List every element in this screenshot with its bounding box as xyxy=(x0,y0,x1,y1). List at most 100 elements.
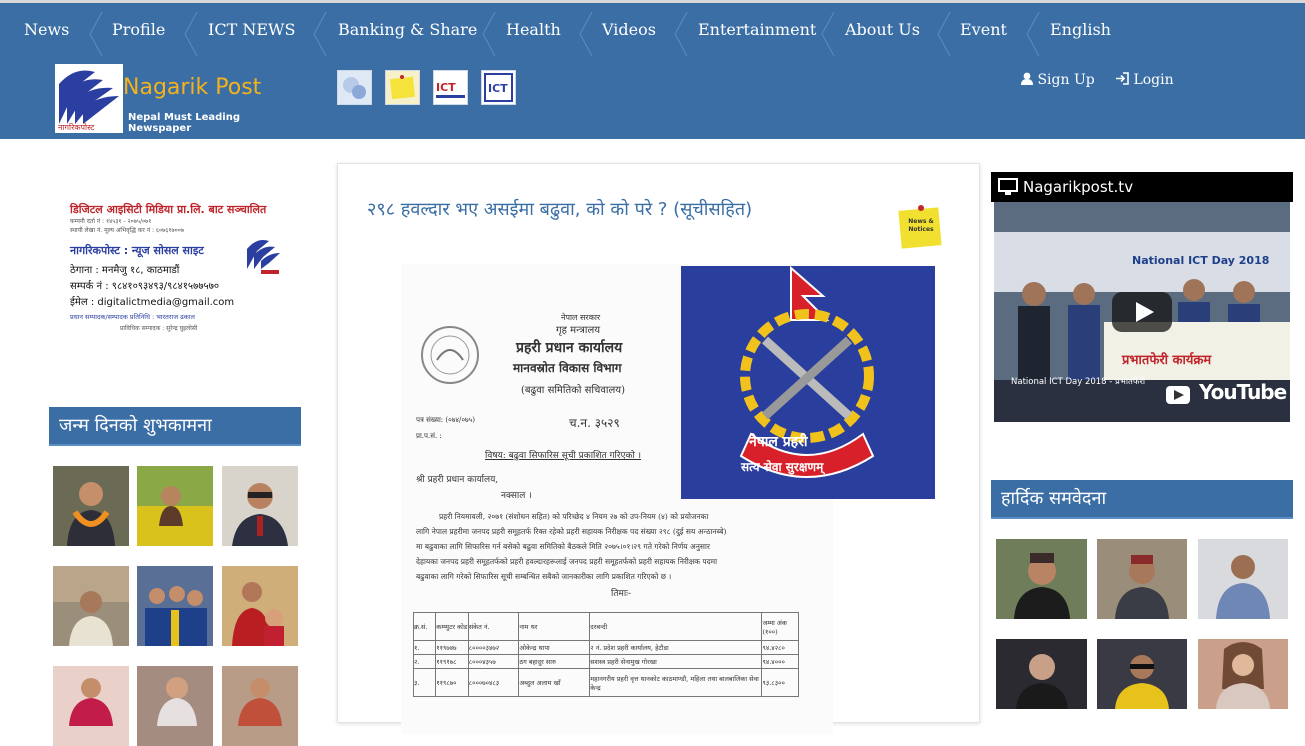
login-icon xyxy=(1116,72,1129,85)
company-info-ad[interactable]: डिजिटल आइसिटी मिडिया प्रा.लि. बाट सञ्चाल… xyxy=(60,195,290,340)
nav-entertainment[interactable]: Entertainment xyxy=(698,20,816,39)
news-notice-icon[interactable] xyxy=(385,70,420,105)
table-header: जम्मा अंक (१००) xyxy=(761,612,799,641)
ad-line-5: ठेगाना : मनमैजु १८, काठमाडौं xyxy=(70,265,180,276)
ad-line-7: ईमेल : digitalictmedia@gmail.com xyxy=(70,297,235,308)
emblem-text-1: नेपाल प्रहरी xyxy=(749,434,808,450)
site-logo[interactable]: नागरिकपोस्ट Nagarik Post Nepal Must Lead… xyxy=(55,64,275,134)
doc-subject: विषय: बढुवा सिफारिस सूची प्रकाशित गरिएको… xyxy=(485,451,642,461)
condolence-photo[interactable] xyxy=(1097,639,1187,709)
ad-line-1: डिजिटल आइसिटी मिडिया प्रा.लि. बाट सञ्चाल… xyxy=(70,203,267,216)
table-row: २. ११९१७८ ८०००४३५७ ठग बहादुर सारु सशस्त्… xyxy=(412,654,799,669)
logo-emblem-icon xyxy=(247,240,280,274)
condolence-photo[interactable] xyxy=(1198,539,1288,619)
nav-banking-share[interactable]: Banking & Share xyxy=(338,20,477,39)
table-header-row: क्र.सं. कम्प्युटर कोड संकेत नं. नाम थर द… xyxy=(412,612,799,641)
table-cell: ९३.८३०० xyxy=(761,668,799,697)
birthday-photo[interactable] xyxy=(222,566,298,646)
nav-separator xyxy=(184,12,198,56)
nav-event[interactable]: Event xyxy=(960,20,1007,39)
nav-separator xyxy=(674,12,688,56)
birthday-panel-title: जन्म दिनको शुभकामना xyxy=(49,407,301,446)
nav-separator xyxy=(313,12,327,56)
nav-separator xyxy=(89,12,103,56)
nav-videos[interactable]: Videos xyxy=(602,20,656,39)
table-header: नाम थर xyxy=(518,612,591,641)
condolence-photo[interactable] xyxy=(996,539,1087,619)
doc-body4: देहायका जनपद प्रहरी समूहतर्फको प्रहरी हव… xyxy=(416,557,718,566)
birthday-photo[interactable] xyxy=(222,666,298,746)
ict-nepal-icon[interactable]: ICT xyxy=(433,70,468,105)
video-caption: National ICT Day 2018 - प्रभातफेरी xyxy=(1011,377,1146,387)
ad-line-2: कम्पनी दर्ता नं : १४५३१ - २०७५/०७१ xyxy=(70,218,152,225)
condolence-photo[interactable] xyxy=(1097,539,1187,619)
table-cell: १. xyxy=(412,640,437,655)
nav-news[interactable]: News xyxy=(24,20,69,39)
table-cell: सशस्त्र प्रहरी सेनामुख गोरखा xyxy=(589,654,763,669)
signup-link[interactable]: Sign Up xyxy=(1021,72,1095,88)
birthday-photo[interactable] xyxy=(137,566,213,646)
nav-ict-news[interactable]: ICT NEWS xyxy=(208,20,295,39)
login-label: Login xyxy=(1133,72,1174,88)
login-link[interactable]: Login xyxy=(1115,72,1174,88)
table-cell: ८०००४३५७ xyxy=(467,654,520,669)
table-cell: २ नं. प्रदेश प्रहरी कार्यालय, हेटौडा xyxy=(589,640,763,655)
nav-about-us[interactable]: About Us xyxy=(845,20,920,39)
article-title[interactable]: २९८ हवल्दार भए असईमा बढुवा, को को परे ? … xyxy=(367,197,752,221)
nav-profile[interactable]: Profile xyxy=(112,20,165,39)
ad-line-6: सम्पर्क नं : ९८४१०९३४९३/९८४१५७७५७० xyxy=(70,281,220,292)
table-header: दरबन्दी xyxy=(589,612,763,641)
logo-mark: नागरिकपोस्ट xyxy=(55,64,123,133)
doc-body2: लागि नेपाल प्रहरीमा जनपद प्रहरी समूहतर्फ… xyxy=(416,527,727,536)
featured-article: २९८ हवल्दार भए असईमा बढुवा, को को परे ? … xyxy=(337,163,980,734)
birthday-photo[interactable] xyxy=(53,466,129,546)
table-cell: २. xyxy=(412,654,437,669)
nav-separator xyxy=(1026,12,1040,56)
doc-ministry: गृह मन्त्रालय xyxy=(556,325,601,336)
birthday-photo[interactable] xyxy=(137,666,213,746)
youtube-video-player[interactable]: National ICT Day 2018 प्रभातफेरी कार्यक्… xyxy=(994,202,1290,422)
condolence-photo[interactable] xyxy=(1198,639,1288,709)
video-banner-top: National ICT Day 2018 xyxy=(1132,254,1270,267)
doc-to1: श्री प्रहरी प्रधान कार्यालय, xyxy=(416,475,499,485)
birthday-photo[interactable] xyxy=(53,566,129,646)
doc-office: प्रहरी प्रधान कार्यालय xyxy=(516,340,623,356)
birthday-photo[interactable] xyxy=(53,666,129,746)
youtube-logo[interactable]: YouTube xyxy=(1199,380,1287,404)
ict-media-icon[interactable]: ICT xyxy=(481,70,516,105)
doc-ref1: पत्र संख्या: (०७४/०७५) xyxy=(416,416,476,424)
ad-line-3: स्थायी लेखा नं. मूल्य अभिवृद्धि कर नं : … xyxy=(70,227,185,234)
doc-body3: मा बढुवाका लागि सिफारिस गर्न बसेको बढुवा… xyxy=(416,542,710,551)
condolence-photo[interactable] xyxy=(996,639,1087,709)
doc-annex: तिमाः- xyxy=(611,589,632,599)
nav-health[interactable]: Health xyxy=(506,20,561,39)
table-cell: ११९८७० xyxy=(435,668,469,697)
main-nav: News Profile ICT NEWS Banking & Share He… xyxy=(0,6,1305,56)
tv-panel-title: Nagarikpost.tv xyxy=(991,172,1293,202)
tv-title: Nagarikpost.tv xyxy=(1023,178,1134,196)
video-banner: प्रभातफेरी कार्यक्रम xyxy=(1122,353,1212,368)
news-notice-badge[interactable]: News & Notices xyxy=(895,202,945,250)
doc-to2: नक्साल । xyxy=(501,491,532,501)
table-cell: अब्दुल अलाम खाँ xyxy=(518,668,591,697)
table-header: क्र.सं. xyxy=(412,612,437,641)
promotion-table: क्र.सं. कम्प्युटर कोड संकेत नं. नाम थर द… xyxy=(412,612,799,697)
birthday-photo[interactable] xyxy=(222,466,298,546)
chat-bubbles-icon[interactable] xyxy=(337,70,372,105)
ad-line-4: नागरिकपोस्ट : न्यूज सोसल साइट xyxy=(70,244,204,257)
table-cell: ११९१७८ xyxy=(435,654,469,669)
table-cell: ८००००३४७२ xyxy=(467,640,520,655)
brand-title: Nagarik Post xyxy=(123,75,262,100)
birthday-photo[interactable] xyxy=(137,466,213,546)
nav-english[interactable]: English xyxy=(1050,20,1111,39)
doc-dept: मानवस्रोत विकास विभाग xyxy=(513,361,622,375)
nav-separator xyxy=(937,12,951,56)
doc-body1: प्रहरी नियमावली, २०७१ (संशोधन सहित) को प… xyxy=(439,512,709,521)
table-cell: महानगरीय प्रहरी वृत्त थानकोट काठमाण्डौ, … xyxy=(589,668,763,697)
badge-label: News & Notices xyxy=(908,218,934,233)
emblem-text-2: सत्य सेवा सुरक्षणम् xyxy=(741,460,824,474)
ad-line-9: प्राविधिक सम्पादक : सुरेन्द्र घुइलोसी xyxy=(120,325,198,332)
table-cell: ओकेन्द्र थापा xyxy=(518,640,591,655)
condolence-panel-title: हार्दिक समवेदना xyxy=(991,480,1293,519)
table-cell: ८०००७०४८३ xyxy=(467,668,520,697)
